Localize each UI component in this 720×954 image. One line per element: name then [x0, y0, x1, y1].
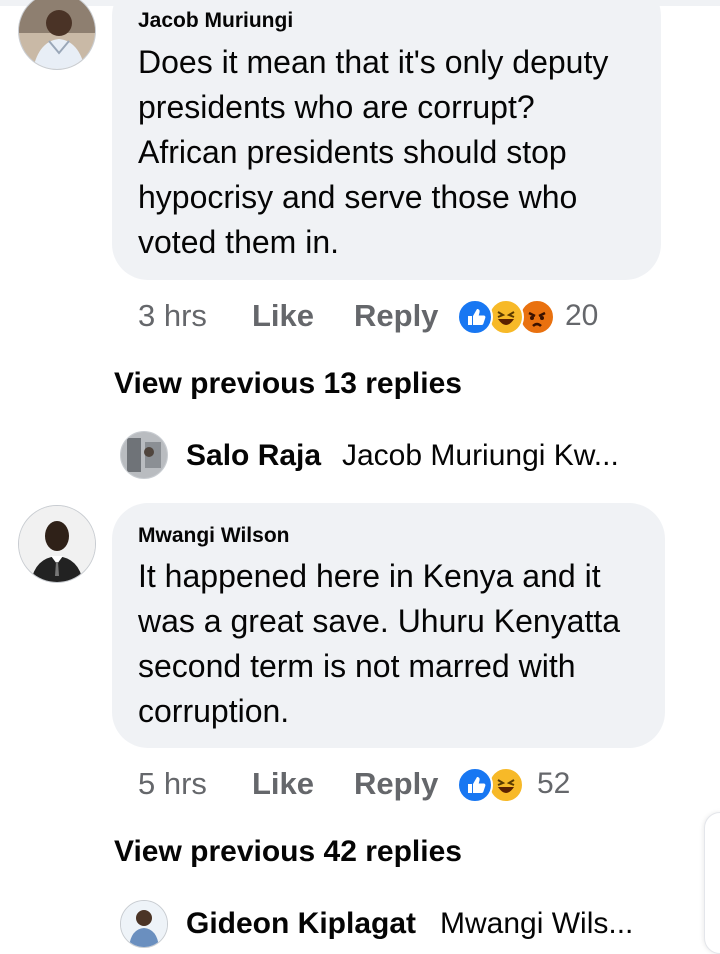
avatar[interactable]	[18, 0, 96, 70]
like-button[interactable]: Like	[252, 298, 314, 334]
avatar[interactable]	[18, 505, 96, 583]
reply-author[interactable]: Salo Raja	[186, 439, 321, 473]
reply-preview[interactable]: Jacob Muriungi Kw...	[342, 439, 619, 473]
like-icon	[457, 767, 493, 803]
haha-icon	[488, 767, 524, 803]
haha-icon	[488, 299, 524, 335]
reply-button[interactable]: Reply	[354, 766, 438, 802]
view-previous-replies-link[interactable]: View previous 13 replies	[114, 367, 462, 401]
view-previous-replies-link[interactable]: View previous 42 replies	[114, 835, 462, 869]
like-icon	[457, 299, 493, 335]
like-button[interactable]: Like	[252, 766, 314, 802]
comment-author[interactable]: Mwangi Wilson	[138, 524, 289, 548]
comment-text: It happened here in Kenya and it was a g…	[138, 558, 621, 729]
comment-text: Does it mean that it's only deputy presi…	[138, 44, 609, 260]
comment-timestamp[interactable]: 5 hrs	[138, 766, 207, 802]
reaction-count[interactable]: 20	[565, 299, 598, 333]
comment-author[interactable]: Jacob Muriungi	[138, 9, 293, 33]
reply-author[interactable]: Gideon Kiplagat	[186, 907, 416, 941]
overlay-card-edge	[704, 812, 720, 954]
avatar[interactable]	[120, 900, 168, 948]
avatar[interactable]	[120, 431, 168, 479]
reply-preview[interactable]: Mwangi Wils...	[440, 907, 633, 941]
comment-timestamp[interactable]: 3 hrs	[138, 298, 207, 334]
reply-button[interactable]: Reply	[354, 298, 438, 334]
angry-icon	[519, 299, 555, 335]
reaction-count[interactable]: 52	[537, 767, 570, 801]
